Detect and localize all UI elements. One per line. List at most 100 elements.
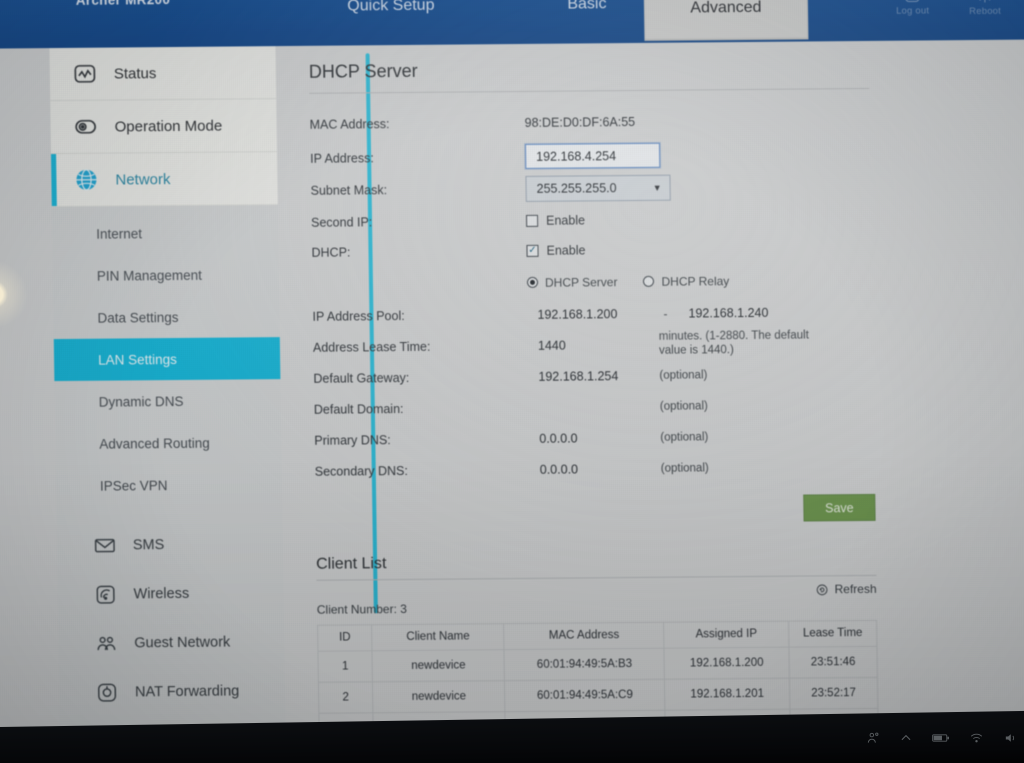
field-mac-address: MAC Address: 98:DE:D0:DF:6A:55 — [309, 103, 909, 142]
cell-assigned-ip: 192.168.1.200 — [664, 647, 790, 680]
column-header-client-name: Client Name — [371, 623, 505, 651]
network-icon[interactable] — [969, 731, 984, 745]
ip-pool-row: 192.168.1.200 - 192.168.1.240 — [527, 300, 803, 327]
cell-lease-time: 23:52:17 — [789, 677, 878, 710]
volume-icon[interactable] — [1003, 731, 1018, 745]
domain-input[interactable] — [529, 394, 674, 420]
sidebar-item-lan-settings[interactable]: LAN Settings — [53, 337, 281, 382]
second-ip-enable-label: Enable — [545, 212, 586, 228]
sidebar-item-pin-management[interactable]: PIN Management — [53, 253, 280, 297]
sidebar-item-nat-forwarding[interactable]: NAT Forwarding — [59, 666, 286, 717]
sidebar-item-dynamic-dns[interactable]: Dynamic DNS — [54, 379, 281, 423]
dhcp-relay-radio[interactable] — [643, 275, 655, 287]
battery-icon[interactable] — [932, 731, 950, 745]
client-number: Client Number: 3 — [317, 598, 917, 617]
page-title: DHCP Server — [308, 60, 418, 82]
cell-mac-address: 60:01:94:49:5A:C9 — [504, 679, 666, 712]
column-header-assigned-ip: Assigned IP — [663, 621, 789, 649]
lease-time-label: Address Lease Time: — [312, 339, 431, 355]
sidebar-item-network-label: Network — [115, 170, 171, 189]
monitor-photo: TP-LINK Archer MR200 Quick Setup Basic A… — [0, 0, 1024, 763]
network-globe-icon — [73, 167, 99, 193]
chevron-down-icon: ▼ — [652, 182, 662, 193]
cell-mac-address: 60:01:94:49:5A:B3 — [504, 648, 665, 681]
domain-label: Default Domain: — [313, 401, 404, 417]
radio-dhcp-server[interactable]: DHCP Server — [526, 275, 618, 290]
ip-pool-start-input[interactable]: 192.168.1.200 — [527, 301, 652, 327]
secondary-dns-hint: (optional) — [660, 461, 709, 475]
field-subnet-mask: Subnet Mask: 255.255.255.0 ▼ — [310, 170, 910, 207]
header-actions: Log out Reboot — [895, 0, 1001, 41]
sidebar-item-operation-mode-label: Operation Mode — [114, 117, 223, 136]
lease-time-input[interactable]: 1440 — [528, 332, 673, 358]
domain-hint: (optional) — [659, 399, 708, 413]
sidebar-item-guest-network[interactable]: Guest Network — [58, 617, 285, 668]
operation-mode-icon — [72, 114, 98, 140]
brand: TP-LINK Archer MR200 — [75, 0, 217, 8]
guest-network-icon — [94, 631, 118, 655]
main-nav-tabs: Quick Setup Basic Advanced — [315, 0, 809, 46]
radio-dhcp-relay[interactable]: DHCP Relay — [643, 274, 729, 289]
cell-id: 1 — [317, 650, 373, 683]
column-header-mac-address: MAC Address — [503, 622, 665, 650]
client-list-divider — [316, 574, 877, 581]
refresh-label: Refresh — [834, 581, 877, 597]
field-dhcp-mode: DHCP Server DHCP Relay — [312, 263, 912, 301]
ip-address-input[interactable]: 192.168.4.254 — [524, 142, 661, 169]
sidebar-item-internet[interactable]: Internet — [52, 211, 279, 255]
dhcp-enable-label: Enable — [546, 243, 586, 258]
client-list-title: Client List — [316, 555, 387, 573]
sidebar-item-network[interactable]: Network — [51, 152, 278, 208]
sidebar-item-data-settings[interactable]: Data Settings — [53, 295, 280, 339]
sidebar-item-sms-label: SMS — [132, 536, 165, 553]
mac-address-label: MAC Address: — [309, 117, 390, 132]
chevron-up-icon[interactable] — [899, 731, 913, 745]
second-ip-checkbox-row[interactable]: Enable — [525, 212, 586, 228]
gateway-label: Default Gateway: — [313, 370, 410, 386]
primary-dns-hint: (optional) — [660, 430, 709, 444]
secondary-dns-input[interactable]: 0.0.0.0 — [530, 456, 675, 482]
tab-quick-setup[interactable]: Quick Setup — [315, 0, 466, 46]
system-tray — [866, 731, 1018, 745]
gateway-hint: (optional) — [659, 368, 708, 382]
cell-assigned-ip: 192.168.1.201 — [664, 678, 790, 711]
sidebar-item-operation-mode[interactable]: Operation Mode — [50, 99, 278, 155]
sidebar-item-status[interactable]: Status — [49, 46, 277, 102]
sidebar-item-advanced-routing[interactable]: Advanced Routing — [55, 421, 282, 465]
tab-advanced[interactable]: Advanced — [643, 0, 809, 41]
sidebar-item-wireless[interactable]: Wireless — [57, 568, 284, 619]
logout-button[interactable]: Log out — [895, 0, 930, 17]
ip-pool-end-input[interactable]: 192.168.1.240 — [678, 300, 803, 326]
sidebar-item-status-label: Status — [113, 64, 157, 83]
sidebar-item-sms[interactable]: SMS — [56, 519, 283, 570]
gateway-input[interactable]: 192.168.1.254 — [528, 363, 673, 389]
sidebar-item-nat-forwarding-label: NAT Forwarding — [134, 682, 240, 700]
table-row: 1 newdevice 60:01:94:49:5A:B3 192.168.1.… — [317, 646, 878, 683]
tab-basic[interactable]: Basic — [531, 0, 642, 44]
dhcp-server-radio[interactable] — [526, 276, 539, 288]
dhcp-relay-label: DHCP Relay — [661, 273, 730, 289]
field-secondary-dns: Secondary DNS: 0.0.0.0 (optional) — [315, 451, 915, 487]
logout-label: Log out — [895, 5, 930, 17]
subnet-mask-select[interactable]: 255.255.255.0 ▼ — [525, 174, 671, 202]
sidebar-item-ipsec-vpn[interactable]: IPSec VPN — [56, 463, 283, 507]
people-icon[interactable] — [866, 731, 880, 745]
save-row: Save — [315, 493, 876, 526]
refresh-button[interactable]: Refresh — [815, 581, 877, 597]
dhcp-mode-radio-group: DHCP Server DHCP Relay — [526, 274, 729, 290]
dhcp-checkbox[interactable]: ✓ — [526, 244, 539, 257]
dhcp-checkbox-row[interactable]: ✓ Enable — [526, 243, 586, 258]
sidebar-item-guest-network-label: Guest Network — [134, 634, 231, 651]
ip-pool-dash: - — [663, 306, 668, 321]
save-button[interactable]: Save — [803, 493, 876, 522]
reboot-icon — [976, 0, 994, 4]
cell-client-name: newdevice — [372, 649, 505, 682]
reboot-label: Reboot — [969, 5, 1002, 17]
second-ip-checkbox[interactable] — [525, 214, 539, 227]
client-number-value: 3 — [400, 601, 408, 617]
reboot-button[interactable]: Reboot — [969, 0, 1001, 17]
screen-surface: TP-LINK Archer MR200 Quick Setup Basic A… — [0, 0, 1024, 761]
cell-id: 2 — [318, 681, 374, 714]
primary-dns-input[interactable]: 0.0.0.0 — [529, 425, 674, 451]
lease-time-hint: minutes. (1-2880. The default value is 1… — [658, 328, 809, 357]
